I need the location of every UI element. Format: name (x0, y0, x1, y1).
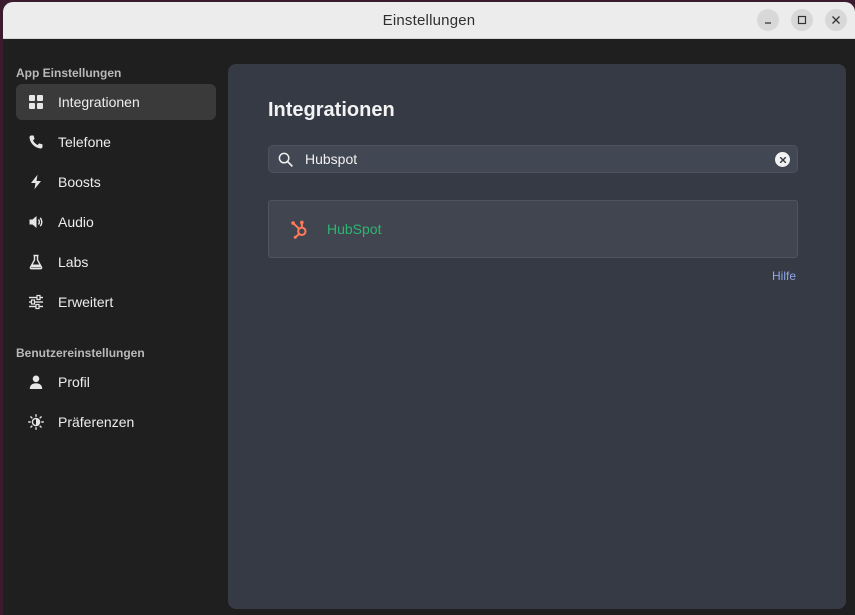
app-settings-heading: App Einstellungen (16, 66, 122, 80)
sidebar-item-label: Präferenzen (58, 414, 135, 430)
maximize-icon (797, 15, 807, 25)
search-input[interactable] (305, 148, 765, 170)
help-link[interactable]: Hilfe (772, 269, 796, 283)
sidebar-item-erweitert[interactable]: Erweitert (16, 284, 216, 320)
settings-window: Einstellungen App Einstellungen Integrat… (3, 2, 855, 615)
sidebar-item-audio[interactable]: Audio (16, 204, 216, 240)
flask-icon (28, 254, 44, 270)
person-icon (28, 374, 44, 390)
search-icon (278, 152, 293, 167)
sidebar-item-label: Telefone (58, 134, 111, 150)
phone-icon (28, 134, 44, 150)
title-bar: Einstellungen (3, 2, 855, 39)
speaker-icon (28, 214, 44, 230)
close-button[interactable] (825, 9, 847, 31)
sidebar-item-integrationen[interactable]: Integrationen (16, 84, 216, 120)
integration-result-hubspot[interactable]: HubSpot (268, 200, 798, 258)
clear-icon (779, 156, 786, 163)
window-title: Einstellungen (382, 12, 476, 29)
lightning-icon (28, 174, 44, 190)
page-title: Integrationen (268, 99, 395, 121)
sun-settings-icon (28, 414, 44, 430)
sidebar-item-praeferenzen[interactable]: Präferenzen (16, 404, 216, 440)
main-panel: Integrationen HubSpot Hilfe (228, 64, 846, 609)
close-icon (832, 16, 840, 24)
sidebar-item-label: Labs (58, 254, 89, 270)
minimize-button[interactable] (757, 9, 779, 31)
search-box[interactable] (268, 145, 798, 173)
sidebar-item-label: Audio (58, 214, 94, 230)
sidebar-item-boosts[interactable]: Boosts (16, 164, 216, 200)
sidebar-item-label: Boosts (58, 174, 101, 190)
sidebar-item-label: Profil (58, 374, 90, 390)
integration-name: HubSpot (327, 221, 382, 237)
sidebar-item-labs[interactable]: Labs (16, 244, 216, 280)
maximize-button[interactable] (791, 9, 813, 31)
sidebar-item-telefone[interactable]: Telefone (16, 124, 216, 160)
grid-icon (28, 94, 44, 110)
sidebar-item-label: Integrationen (58, 94, 140, 110)
clear-search-button[interactable] (775, 152, 790, 167)
minimize-icon (765, 22, 771, 24)
sidebar-item-profil[interactable]: Profil (16, 364, 216, 400)
sidebar: App Einstellungen Integrationen Telefone… (3, 39, 228, 615)
hubspot-logo (291, 220, 307, 239)
sidebar-item-label: Erweitert (58, 294, 114, 310)
user-settings-heading: Benutzereinstellungen (16, 346, 145, 360)
sliders-icon (28, 294, 44, 310)
